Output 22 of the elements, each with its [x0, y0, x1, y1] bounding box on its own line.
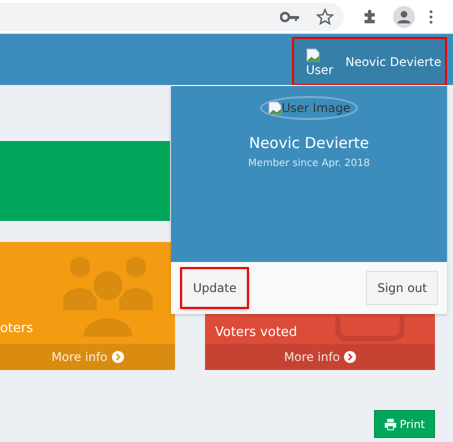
arrow-circle-icon	[112, 351, 124, 363]
user-menu-button[interactable]: User Neovic Devierte	[292, 37, 447, 86]
more-info-link[interactable]: More info	[205, 344, 435, 370]
print-button[interactable]: Print	[374, 410, 435, 438]
profile-icon[interactable]	[393, 6, 415, 28]
printer-icon	[384, 418, 397, 430]
key-icon[interactable]	[280, 10, 300, 22]
users-icon	[61, 254, 155, 338]
menu-icon[interactable]	[429, 10, 433, 24]
card-label: Voters voted	[215, 325, 298, 340]
arrow-circle-icon	[344, 351, 356, 363]
star-icon[interactable]	[316, 8, 334, 26]
more-info-link[interactable]: More info	[0, 344, 175, 370]
menu-button[interactable]: Update	[182, 269, 248, 307]
menu-button[interactable]: Sign out	[366, 271, 438, 305]
member-since-text: Member since Apr. 2018	[248, 158, 370, 169]
card-label: oters	[0, 321, 34, 336]
user-image: User Image	[260, 96, 358, 120]
user-name: Neovic Devierte	[248, 134, 369, 152]
broken-image-icon	[306, 46, 320, 62]
broken-image-icon	[268, 100, 282, 116]
image-alt-text: User	[306, 62, 334, 76]
